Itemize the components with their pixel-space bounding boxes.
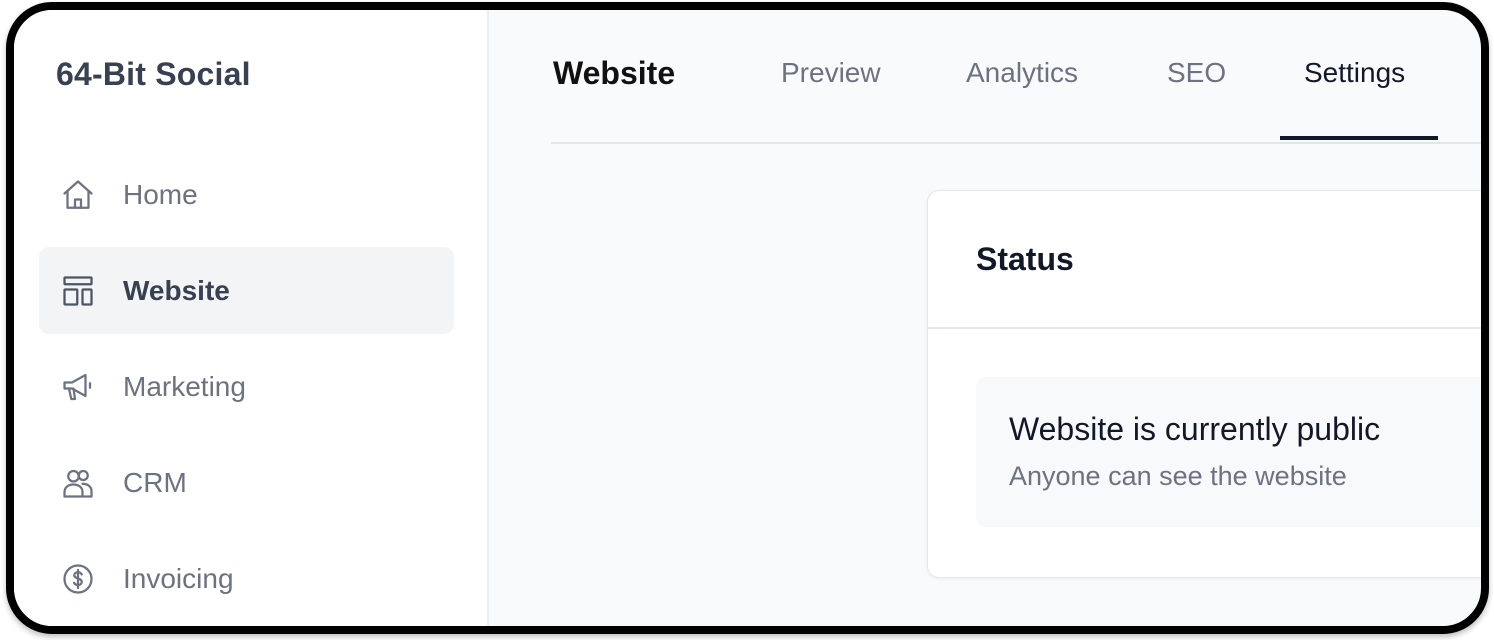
sidebar-item-label: CRM — [123, 467, 187, 498]
status-title: Website is currently public — [1009, 411, 1381, 447]
sidebar-item-label: Invoicing — [123, 563, 234, 594]
brand-name: 64-Bit Social — [56, 56, 251, 92]
dollar-circle-icon — [60, 561, 96, 597]
page-title: Website — [553, 55, 676, 91]
status-panel: Website is currently public Anyone can s… — [976, 377, 1481, 527]
users-icon — [60, 465, 96, 501]
tab-analytics[interactable]: Analytics — [966, 57, 1078, 89]
sidebar-item-label: Website — [123, 275, 230, 306]
tab-settings[interactable]: Settings — [1304, 57, 1405, 89]
sidebar-item-crm[interactable]: CRM — [39, 439, 454, 526]
status-description: Anyone can see the website — [1009, 461, 1347, 491]
sidebar-item-marketing[interactable]: Marketing — [39, 343, 454, 430]
active-tab-indicator — [1280, 136, 1438, 140]
sidebar-item-label: Marketing — [123, 371, 246, 402]
sidebar-item-invoicing[interactable]: Invoicing — [39, 535, 454, 622]
tab-preview[interactable]: Preview — [781, 57, 881, 89]
megaphone-icon — [60, 369, 96, 405]
status-card: Status Website is currently public Anyon… — [927, 190, 1481, 578]
tab-seo[interactable]: SEO — [1167, 57, 1226, 89]
card-title: Status — [976, 241, 1074, 277]
layout-icon — [60, 273, 96, 309]
tab-bar: Website Preview Analytics SEO Settings — [551, 10, 1481, 144]
sidebar: 64-Bit Social Home Website Marketing CRM… — [14, 10, 489, 626]
main-content: Website Preview Analytics SEO Settings S… — [489, 10, 1481, 626]
card-divider — [928, 327, 1481, 329]
sidebar-item-website[interactable]: Website — [39, 247, 454, 334]
sidebar-item-home[interactable]: Home — [39, 151, 454, 238]
app-window: 64-Bit Social Home Website Marketing CRM… — [6, 2, 1489, 634]
sidebar-item-label: Home — [123, 179, 198, 210]
home-icon — [60, 177, 96, 213]
